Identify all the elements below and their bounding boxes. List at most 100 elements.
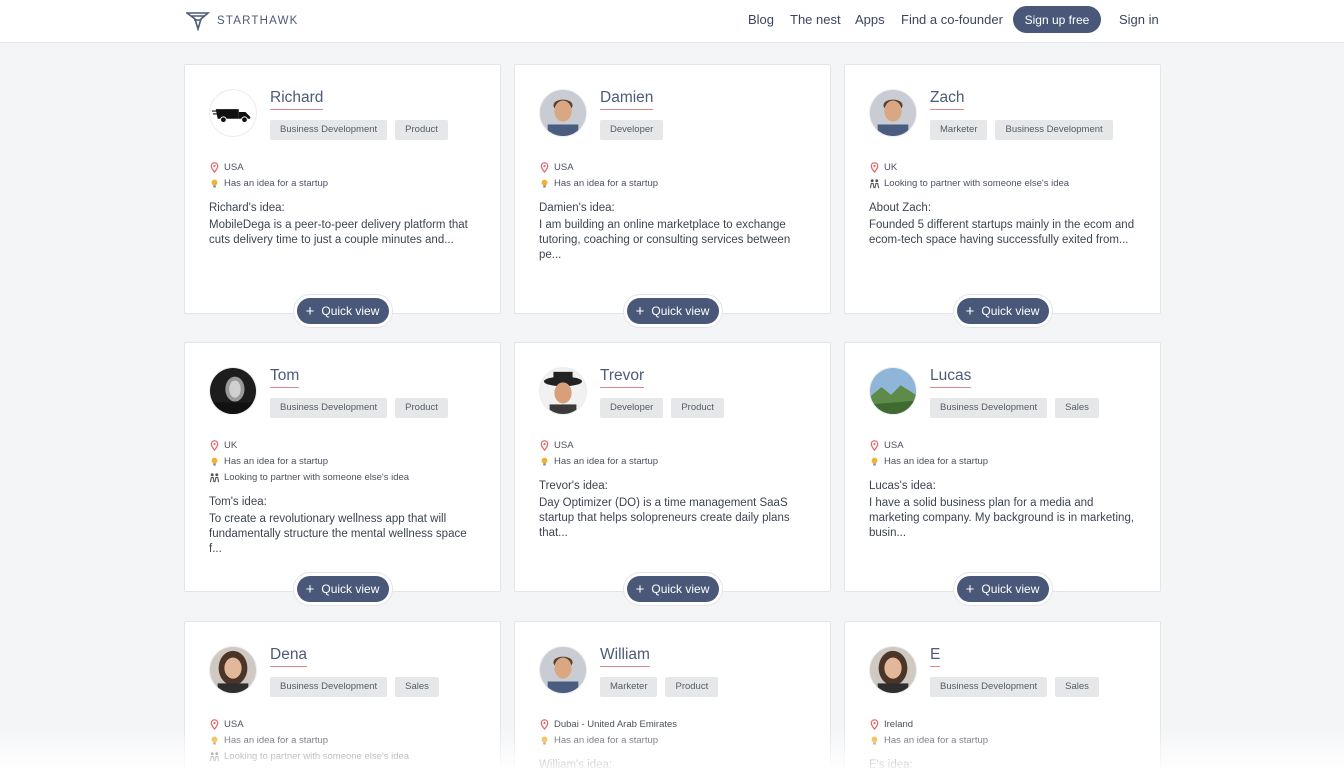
idea-line: f... <box>209 542 479 557</box>
status-text: Looking to partner with someone else's i… <box>224 472 409 483</box>
idea-line: ecom-tech space having successfully exit… <box>869 233 1139 248</box>
idea-line: pe... <box>539 248 809 263</box>
profile-name[interactable]: Tom <box>270 367 299 388</box>
idea-line: busin... <box>869 526 1139 541</box>
profile-name[interactable]: Damien <box>600 89 653 110</box>
people-icon <box>869 178 880 189</box>
top-navbar: STARTHAWK Blog The nest Apps Find a co-f… <box>0 0 1344 43</box>
idea-summary: Damien's idea:I am building an online ma… <box>539 201 809 263</box>
avatar[interactable] <box>869 89 917 137</box>
lightbulb-icon <box>869 735 880 746</box>
skill-tag: Business Development <box>995 120 1112 140</box>
location-pin-icon <box>539 162 550 173</box>
skill-tags: MarketerProduct <box>600 677 718 697</box>
people-icon <box>209 472 220 483</box>
plus-icon: + <box>306 304 315 319</box>
profile-name[interactable]: Trevor <box>600 367 644 388</box>
location-text: UK <box>884 162 897 173</box>
profile-name[interactable]: Dena <box>270 646 307 667</box>
profile-card: WilliamMarketerProductDubai - United Ara… <box>514 621 831 768</box>
avatar[interactable] <box>539 89 587 137</box>
idea-summary: Lucas's idea:I have a solid business pla… <box>869 479 1139 541</box>
idea-line: Day Optimizer (DO) is a time management … <box>539 496 809 511</box>
skill-tag: Marketer <box>930 120 987 140</box>
profile-meta: USAHas an idea for a startupLooking to p… <box>209 716 409 764</box>
profile-name[interactable]: Richard <box>270 89 323 110</box>
profile-meta: USAHas an idea for a startup <box>209 159 328 191</box>
profile-name[interactable]: William <box>600 646 650 667</box>
location-text: USA <box>224 719 244 730</box>
nav-link-blog[interactable]: Blog <box>748 12 774 27</box>
signin-link[interactable]: Sign in <box>1119 12 1159 27</box>
location-pin-icon <box>869 162 880 173</box>
idea-line: MobileDega is a peer-to-peer delivery pl… <box>209 218 479 233</box>
quick-view-button[interactable]: + Quick view <box>627 298 719 324</box>
idea-line: To create a revolutionary wellness app t… <box>209 512 479 527</box>
profile-name[interactable]: Zach <box>930 89 964 110</box>
location-text: USA <box>554 162 574 173</box>
idea-line: I am building an online marketplace to e… <box>539 218 809 233</box>
quick-view-button[interactable]: +Quick view <box>627 576 719 602</box>
location-pin-icon <box>539 719 550 730</box>
lightbulb-icon <box>209 456 220 467</box>
skill-tag: Product <box>395 398 448 418</box>
nav-link-apps[interactable]: Apps <box>855 12 885 27</box>
lightbulb-icon <box>539 735 550 746</box>
idea-line: startup that helps solopreneurs create d… <box>539 511 809 526</box>
skill-tag: Sales <box>1055 398 1099 418</box>
profile-name[interactable]: Lucas <box>930 367 971 388</box>
idea-label: Tom's idea: <box>209 495 479 510</box>
profile-meta: USAHas an idea for a startup <box>869 437 988 469</box>
avatar[interactable] <box>869 646 917 694</box>
skill-tag: Business Development <box>270 398 387 418</box>
idea-label: William's idea: <box>539 758 809 768</box>
status-text: Has an idea for a startup <box>554 178 658 189</box>
skill-tag: Business Development <box>270 677 387 697</box>
avatar[interactable] <box>539 646 587 694</box>
profile-card: LucasBusiness DevelopmentSalesUSAHas an … <box>844 342 1161 592</box>
plus-icon: + <box>636 582 645 597</box>
avatar[interactable] <box>209 89 257 137</box>
plus-icon: + <box>306 582 315 597</box>
signup-button[interactable]: Sign up free <box>1013 6 1101 33</box>
profile-card: EBusiness DevelopmentSalesIrelandHas an … <box>844 621 1161 768</box>
avatar[interactable] <box>869 367 917 415</box>
logo-text: STARTHAWK <box>217 15 299 27</box>
quick-view-button[interactable]: +Quick view <box>297 298 389 324</box>
nav-link-find-cofounder[interactable]: Find a co-founder <box>901 12 1003 27</box>
skill-tags: Business DevelopmentProduct <box>270 120 448 140</box>
quick-view-wrap: + Quick view <box>623 294 723 328</box>
profile-name[interactable]: E <box>930 646 940 667</box>
lightbulb-icon <box>209 178 220 189</box>
skill-tag: Product <box>665 677 718 697</box>
quick-view-button[interactable]: +Quick view <box>957 576 1049 602</box>
avatar[interactable] <box>209 646 257 694</box>
location-text: Ireland <box>884 719 913 730</box>
quick-view-wrap: +Quick view <box>623 572 723 606</box>
location-pin-icon <box>209 719 220 730</box>
quick-view-button[interactable]: +Quick view <box>957 298 1049 324</box>
quick-view-button[interactable]: +Quick view <box>297 576 389 602</box>
people-icon <box>209 751 220 762</box>
quick-view-wrap: +Quick view <box>953 294 1053 328</box>
avatar[interactable] <box>209 367 257 415</box>
avatar[interactable] <box>539 367 587 415</box>
idea-line: that... <box>539 526 809 541</box>
idea-summary: William's idea: <box>539 758 809 768</box>
nav-link-the-nest[interactable]: The nest <box>790 12 841 27</box>
profile-card: Richard Business DevelopmentProduct USAHas… <box>184 64 501 314</box>
location-text: USA <box>224 162 244 173</box>
idea-line: cuts delivery time to just a couple minu… <box>209 233 479 248</box>
idea-label: About Zach: <box>869 201 1139 216</box>
idea-line: marketing company. My background is in m… <box>869 511 1139 526</box>
location-pin-icon <box>869 440 880 451</box>
idea-summary: E's idea: <box>869 758 1139 768</box>
skill-tags: DeveloperProduct <box>600 398 724 418</box>
skill-tag: Sales <box>395 677 439 697</box>
plus-icon: + <box>636 304 645 319</box>
status-text: Looking to partner with someone else's i… <box>884 178 1069 189</box>
quick-view-wrap: +Quick view <box>293 572 393 606</box>
starthawk-logo[interactable]: STARTHAWK <box>186 10 299 32</box>
quick-view-label: Quick view <box>651 304 709 318</box>
status-text: Looking to partner with someone else's i… <box>224 751 409 762</box>
